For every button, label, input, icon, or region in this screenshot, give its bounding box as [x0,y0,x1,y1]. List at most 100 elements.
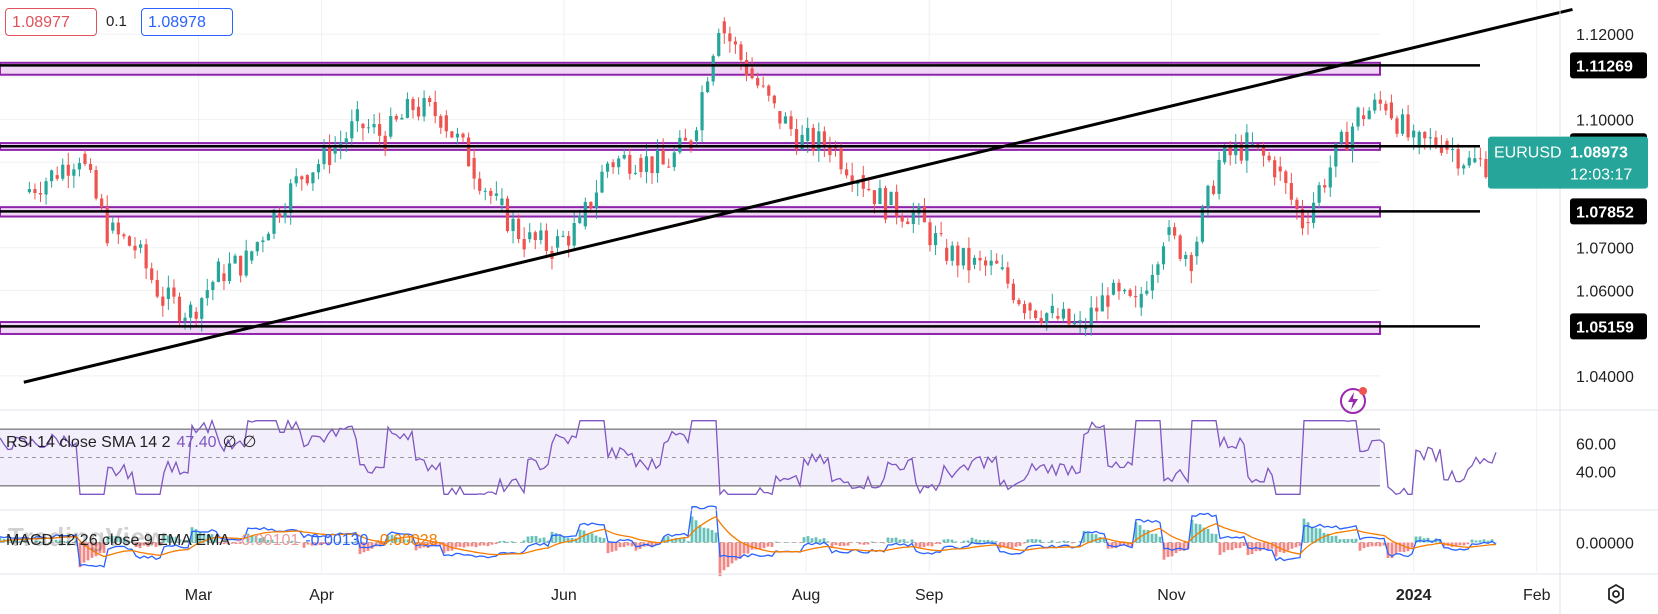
macd-bar [890,538,894,543]
macd-bar [702,527,706,543]
macd-bar [1378,542,1382,547]
macd-bar [1210,533,1214,543]
candle-body [1056,316,1060,319]
candle-body [1200,207,1205,242]
candle-body [472,158,476,179]
macd-bar [770,542,774,547]
rsi-legend[interactable]: RSI 14 close SMA 14 2 47.40 ∅ ∅ [6,432,262,452]
macd-bar [1018,542,1022,547]
candle-body [500,198,504,205]
candle-body [933,233,938,246]
candle-body [1267,155,1271,161]
macd-bar [1338,539,1342,543]
macd-bar [942,539,946,543]
candle-body [1378,99,1382,104]
macd-bar [1218,542,1222,555]
macd-bar [1214,534,1218,543]
macd-bar [1374,542,1378,547]
symbol-badge[interactable]: EURUSD 1.08973 12:03:17 [1488,136,1648,189]
x-tick-label: 2024 [1396,587,1432,604]
candle-body [528,232,532,240]
macd-bar [1178,542,1182,551]
macd-bar [1282,542,1286,554]
lightning-alert-icon[interactable] [1338,384,1370,416]
price-tick-label: 1.07000 [1576,241,1634,258]
candle-body [639,158,643,173]
candle-body [155,279,159,297]
candle-body [555,236,560,248]
symbol-badge-countdown: 12:03:17 [1570,167,1632,184]
candle-body [444,115,448,132]
candle-body [1034,310,1038,319]
macd-legend[interactable]: MACD 12 26 close 9 EMA EMA -0.00101 -0.001… [6,532,444,550]
settings-icon[interactable] [1604,582,1628,606]
macd-bar [1142,529,1146,543]
macd-bar [682,538,686,543]
macd-bar [522,540,526,543]
candle-body [294,176,298,184]
price-tick-label: 1.04000 [1576,369,1634,386]
macd-bar [1154,533,1158,543]
candle-body [361,123,365,129]
x-tick-label: Jun [551,587,577,604]
macd-bar [1274,542,1278,557]
candle-body [511,218,515,232]
candle-body [1450,149,1455,151]
sell-price-box[interactable]: 1.08977 [5,8,97,36]
macd-bar [1286,542,1290,551]
macd-bar [1030,539,1034,543]
candle-body [144,244,148,269]
candle-body [817,131,821,151]
candle-body [1389,102,1394,119]
candle-body [1061,308,1066,319]
macd-bar [706,528,710,543]
macd-bar [622,542,626,548]
macd-bar [922,542,926,548]
price-chart[interactable]: 1.120001.112691.100001.093761.078521.070… [0,0,1658,614]
candle-body [1317,185,1321,203]
macd-bar [906,541,910,543]
spread-value: 0.1 [106,13,127,30]
x-tick-label: Sep [915,587,944,604]
candle-body [717,32,721,56]
candle-body [94,169,98,199]
candle-body [950,245,954,261]
candle-body [1100,295,1104,312]
candle-body [505,198,510,232]
macd-bar [506,541,510,543]
candle-body [567,235,571,246]
candle-body [1211,185,1216,194]
macd-bar [502,540,506,543]
macd-title: MACD 12 26 close 9 EMA EMA [6,532,231,549]
macd-bar [1410,542,1414,548]
macd-bar [1234,542,1238,549]
candle-body [694,130,699,141]
macd-bar [970,537,974,543]
candle-body [522,239,526,250]
macd-bar [1318,528,1322,543]
macd-bar [626,542,630,546]
candle-body [661,150,665,165]
macd-bar [534,535,538,543]
buy-price-box[interactable]: 1.08978 [141,8,233,36]
candle-body [150,268,154,280]
candle-body [906,221,910,225]
candle-body [517,218,521,240]
candle-body [744,59,749,76]
macd-bar [1034,539,1038,543]
candle-body [867,188,871,191]
macd-bar [1358,542,1362,551]
candle-body [533,232,537,241]
candle-body [38,193,43,195]
candle-body [945,247,949,261]
candle-body [861,175,865,189]
candle-body [122,234,126,237]
macd-bar [766,542,770,547]
candle-body [594,192,599,209]
candle-body [1184,255,1188,259]
candle-body [1161,246,1166,265]
candle-body [883,187,888,220]
rsi-tick-label: 60.00 [1576,436,1616,453]
candle-body [239,255,243,276]
macd-bar [918,542,922,548]
